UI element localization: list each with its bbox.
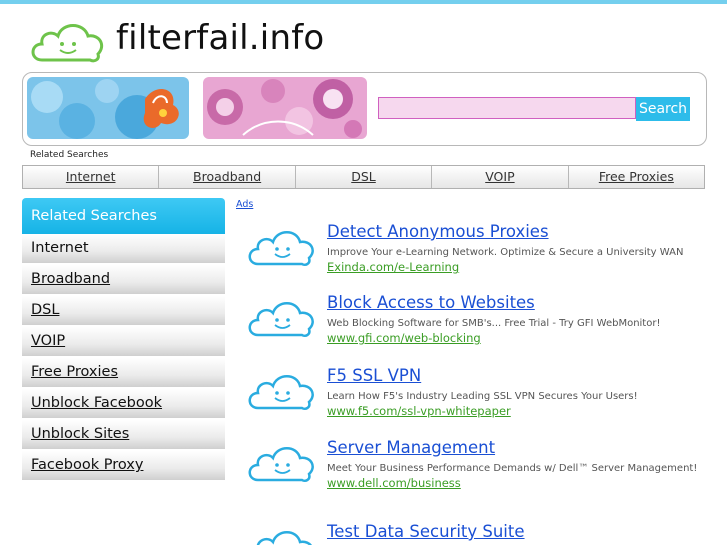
sidebar-item-unblock-facebook[interactable]: Unblock Facebook xyxy=(22,389,225,420)
topnav-link-voip[interactable]: VOIP xyxy=(431,166,567,188)
sidebar-item-internet[interactable]: Internet xyxy=(22,234,225,265)
ad-description: Web Blocking Software for SMB's... Free … xyxy=(327,318,661,329)
sidebar-item-dsl[interactable]: DSL xyxy=(22,296,225,327)
search-input[interactable] xyxy=(378,97,636,119)
cloud-smiley-icon xyxy=(248,447,314,482)
sidebar-header: Related Searches xyxy=(22,198,225,234)
ad-description: Learn How F5's Industry Leading SSL VPN … xyxy=(327,391,638,402)
ad-title[interactable]: F5 SSL VPN xyxy=(327,366,421,385)
ad-item: Block Access to Websites Web Blocking So… xyxy=(246,293,716,375)
ad-title[interactable]: Server Management xyxy=(327,438,495,457)
related-searches-label: Related Searches xyxy=(30,150,109,160)
ad-title[interactable]: Test Data Security Suite xyxy=(327,524,525,541)
ad-item: Detect Anonymous Proxies Improve Your e-… xyxy=(246,222,716,304)
sidebar: Related Searches Internet Broadband DSL … xyxy=(22,198,225,482)
top-accent-strip xyxy=(0,0,727,4)
ad-title[interactable]: Detect Anonymous Proxies xyxy=(327,222,549,241)
cloud-smiley-icon xyxy=(248,231,314,266)
ad-description: Improve Your e-Learning Network. Optimiz… xyxy=(327,247,684,258)
cloud-smiley-icon xyxy=(256,531,312,545)
banner-image-floral xyxy=(203,77,367,139)
cloud-smiley-icon xyxy=(31,24,104,63)
ads-label[interactable]: Ads xyxy=(236,199,253,210)
banner-image-butterfly xyxy=(27,77,189,139)
cloud-smiley-icon xyxy=(248,302,314,337)
ad-item: Test Data Security Suite xyxy=(246,524,716,545)
topnav-link-internet[interactable]: Internet xyxy=(23,166,158,188)
sidebar-item-broadband[interactable]: Broadband xyxy=(22,265,225,296)
sidebar-item-facebook-proxy[interactable]: Facebook Proxy xyxy=(22,451,225,482)
ad-description: Meet Your Business Performance Demands w… xyxy=(327,463,698,474)
ad-url[interactable]: www.f5.com/ssl-vpn-whitepaper xyxy=(327,405,712,418)
ad-title[interactable]: Block Access to Websites xyxy=(327,293,535,312)
header-banner: Search xyxy=(22,72,707,146)
site-title: filterfail.info xyxy=(116,18,325,58)
ad-url[interactable]: Exinda.com/e-Learning xyxy=(327,261,712,274)
topnav-link-dsl[interactable]: DSL xyxy=(294,166,431,188)
ad-item: F5 SSL VPN Learn How F5's Industry Leadi… xyxy=(246,366,716,448)
ad-item: Server Management Meet Your Business Per… xyxy=(246,438,716,520)
site-logo[interactable]: filterfail.info xyxy=(28,14,358,66)
sidebar-item-voip[interactable]: VOIP xyxy=(22,327,225,358)
sidebar-item-unblock-sites[interactable]: Unblock Sites xyxy=(22,420,225,451)
cloud-smiley-icon xyxy=(248,375,314,410)
related-searches-nav: Internet Broadband DSL VOIP Free Proxies xyxy=(22,165,705,189)
topnav-link-free-proxies[interactable]: Free Proxies xyxy=(567,166,704,188)
ad-url[interactable]: www.gfi.com/web-blocking xyxy=(327,332,712,345)
topnav-link-broadband[interactable]: Broadband xyxy=(158,166,294,188)
sidebar-item-free-proxies[interactable]: Free Proxies xyxy=(22,358,225,389)
ad-url[interactable]: www.dell.com/business xyxy=(327,477,712,490)
search-button[interactable]: Search xyxy=(636,97,690,121)
